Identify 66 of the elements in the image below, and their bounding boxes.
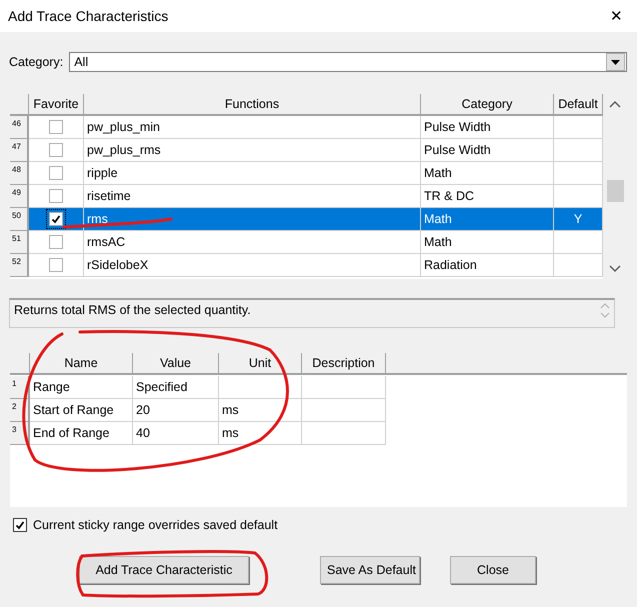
favorite-checkbox[interactable]	[49, 120, 63, 134]
table-row[interactable]: 50 rms Math Y	[10, 208, 603, 231]
column-header[interactable]: Default	[554, 94, 603, 116]
row-number: 50	[10, 208, 29, 231]
scroll-down-icon[interactable]	[609, 265, 621, 273]
sticky-range-label: Current sticky range overrides saved default	[33, 518, 278, 532]
favorite-checkbox[interactable]	[49, 258, 63, 272]
table-row[interactable]: 51 rmsAC Math	[10, 231, 603, 254]
sticky-range-checkbox[interactable]	[13, 518, 27, 532]
row-number: 46	[10, 116, 29, 139]
table-row[interactable]: 52 rSidelobeX Radiation	[10, 254, 603, 277]
category-cell: Math	[421, 208, 554, 231]
favorite-checkbox[interactable]	[49, 166, 63, 180]
close-button[interactable]: Close	[450, 556, 536, 584]
category-cell: Radiation	[421, 254, 554, 277]
function-cell[interactable]: rSidelobeX	[84, 254, 421, 277]
close-button[interactable]: ✕	[606, 7, 627, 25]
scroll-thumb[interactable]	[606, 180, 624, 202]
function-cell[interactable]: pw_plus_min	[84, 116, 421, 139]
window-title: Add Trace Characteristics	[8, 8, 168, 24]
category-label: Category:	[9, 55, 64, 69]
unit-cell[interactable]: ms	[219, 399, 302, 422]
value-cell[interactable]: Specified	[133, 376, 219, 399]
default-cell: Y	[554, 208, 603, 231]
unit-cell[interactable]	[219, 376, 302, 399]
name-cell: Range	[30, 376, 133, 399]
column-header[interactable]: Unit	[219, 353, 302, 375]
function-cell[interactable]: rms	[84, 208, 421, 231]
scroll-up-icon[interactable]	[609, 100, 621, 108]
description-cell[interactable]	[302, 376, 386, 399]
name-cell: End of Range	[30, 422, 133, 445]
favorite-checkbox[interactable]	[49, 189, 63, 203]
category-cell: Math	[421, 162, 554, 185]
column-header[interactable]: Name	[30, 353, 133, 375]
category-cell: Math	[421, 231, 554, 254]
row-number: 52	[10, 254, 29, 277]
row-number: 49	[10, 185, 29, 208]
table-row[interactable]: 46 pw_plus_min Pulse Width	[10, 116, 603, 139]
add-trace-button[interactable]: Add Trace Characteristic	[79, 556, 249, 584]
column-header[interactable]: Functions	[84, 94, 421, 116]
description-text: Returns total RMS of the selected quantity.	[14, 303, 251, 319]
value-cell[interactable]: 20	[133, 399, 219, 422]
favorite-checkbox[interactable]	[49, 235, 63, 249]
category-dropdown[interactable]: All	[69, 52, 627, 72]
name-cell: Start of Range	[30, 399, 133, 422]
table-row[interactable]: 47 pw_plus_rms Pulse Width	[10, 139, 603, 162]
value-cell[interactable]: 40	[133, 422, 219, 445]
row-number: 51	[10, 231, 29, 254]
column-header[interactable]: Favorite	[29, 94, 84, 116]
description-cell[interactable]	[302, 422, 386, 445]
function-cell[interactable]: ripple	[84, 162, 421, 185]
column-header[interactable]: Value	[133, 353, 219, 375]
unit-cell[interactable]: ms	[219, 422, 302, 445]
favorite-checkbox[interactable]	[49, 212, 63, 226]
row-number: 47	[10, 139, 29, 162]
category-cell: Pulse Width	[421, 139, 554, 162]
function-cell[interactable]: rmsAC	[84, 231, 421, 254]
save-default-button[interactable]: Save As Default	[320, 556, 420, 584]
column-header[interactable]: Category	[421, 94, 554, 116]
row-number: 48	[10, 162, 29, 185]
category-cell: Pulse Width	[421, 116, 554, 139]
table-row[interactable]: 48 ripple Math	[10, 162, 603, 185]
column-header[interactable]: Description	[302, 353, 386, 375]
description-cell[interactable]	[302, 399, 386, 422]
function-cell[interactable]: pw_plus_rms	[84, 139, 421, 162]
favorite-checkbox[interactable]	[49, 143, 63, 157]
